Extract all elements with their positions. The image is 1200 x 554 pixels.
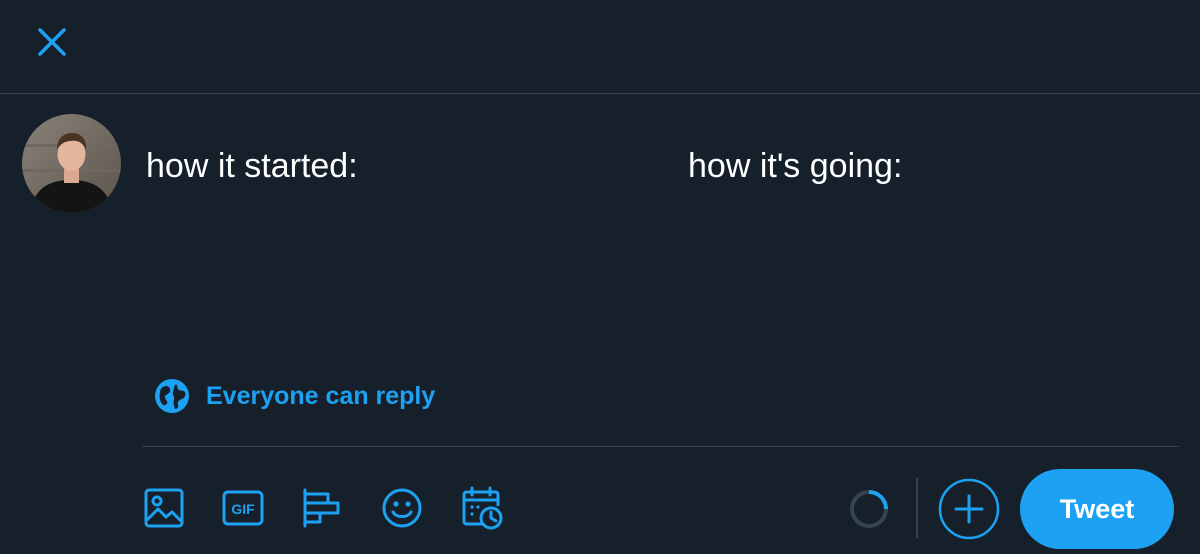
emoji-icon [382, 488, 422, 528]
image-icon [144, 488, 184, 528]
gif-icon: GIF [222, 490, 264, 526]
close-icon [38, 28, 66, 56]
gif-button[interactable]: GIF [221, 486, 265, 530]
globe-icon [155, 379, 189, 413]
schedule-button[interactable] [460, 486, 504, 530]
poll-button[interactable] [300, 486, 344, 530]
gif-icon-label: GIF [231, 501, 255, 517]
user-avatar [22, 114, 121, 213]
poll-icon [303, 488, 340, 528]
close-button[interactable] [32, 22, 72, 62]
avatar[interactable] [22, 114, 121, 213]
tweet-text-part-1[interactable]: how it started: [146, 144, 358, 188]
reply-setting-button[interactable]: Everyone can reply [154, 378, 435, 414]
emoji-button[interactable] [380, 486, 424, 530]
tweet-text-part-2[interactable]: how it's going: [688, 144, 902, 188]
toolbar-separator [916, 478, 918, 538]
add-tweet-button[interactable] [938, 478, 1000, 540]
modal-header [0, 0, 1200, 94]
plus-icon [938, 478, 1000, 540]
schedule-icon [462, 486, 503, 530]
toolbar-divider [142, 446, 1179, 447]
character-count-ring [850, 490, 888, 528]
media-button[interactable] [142, 486, 186, 530]
tweet-button[interactable]: Tweet [1020, 469, 1174, 549]
reply-setting-label: Everyone can reply [206, 381, 436, 410]
